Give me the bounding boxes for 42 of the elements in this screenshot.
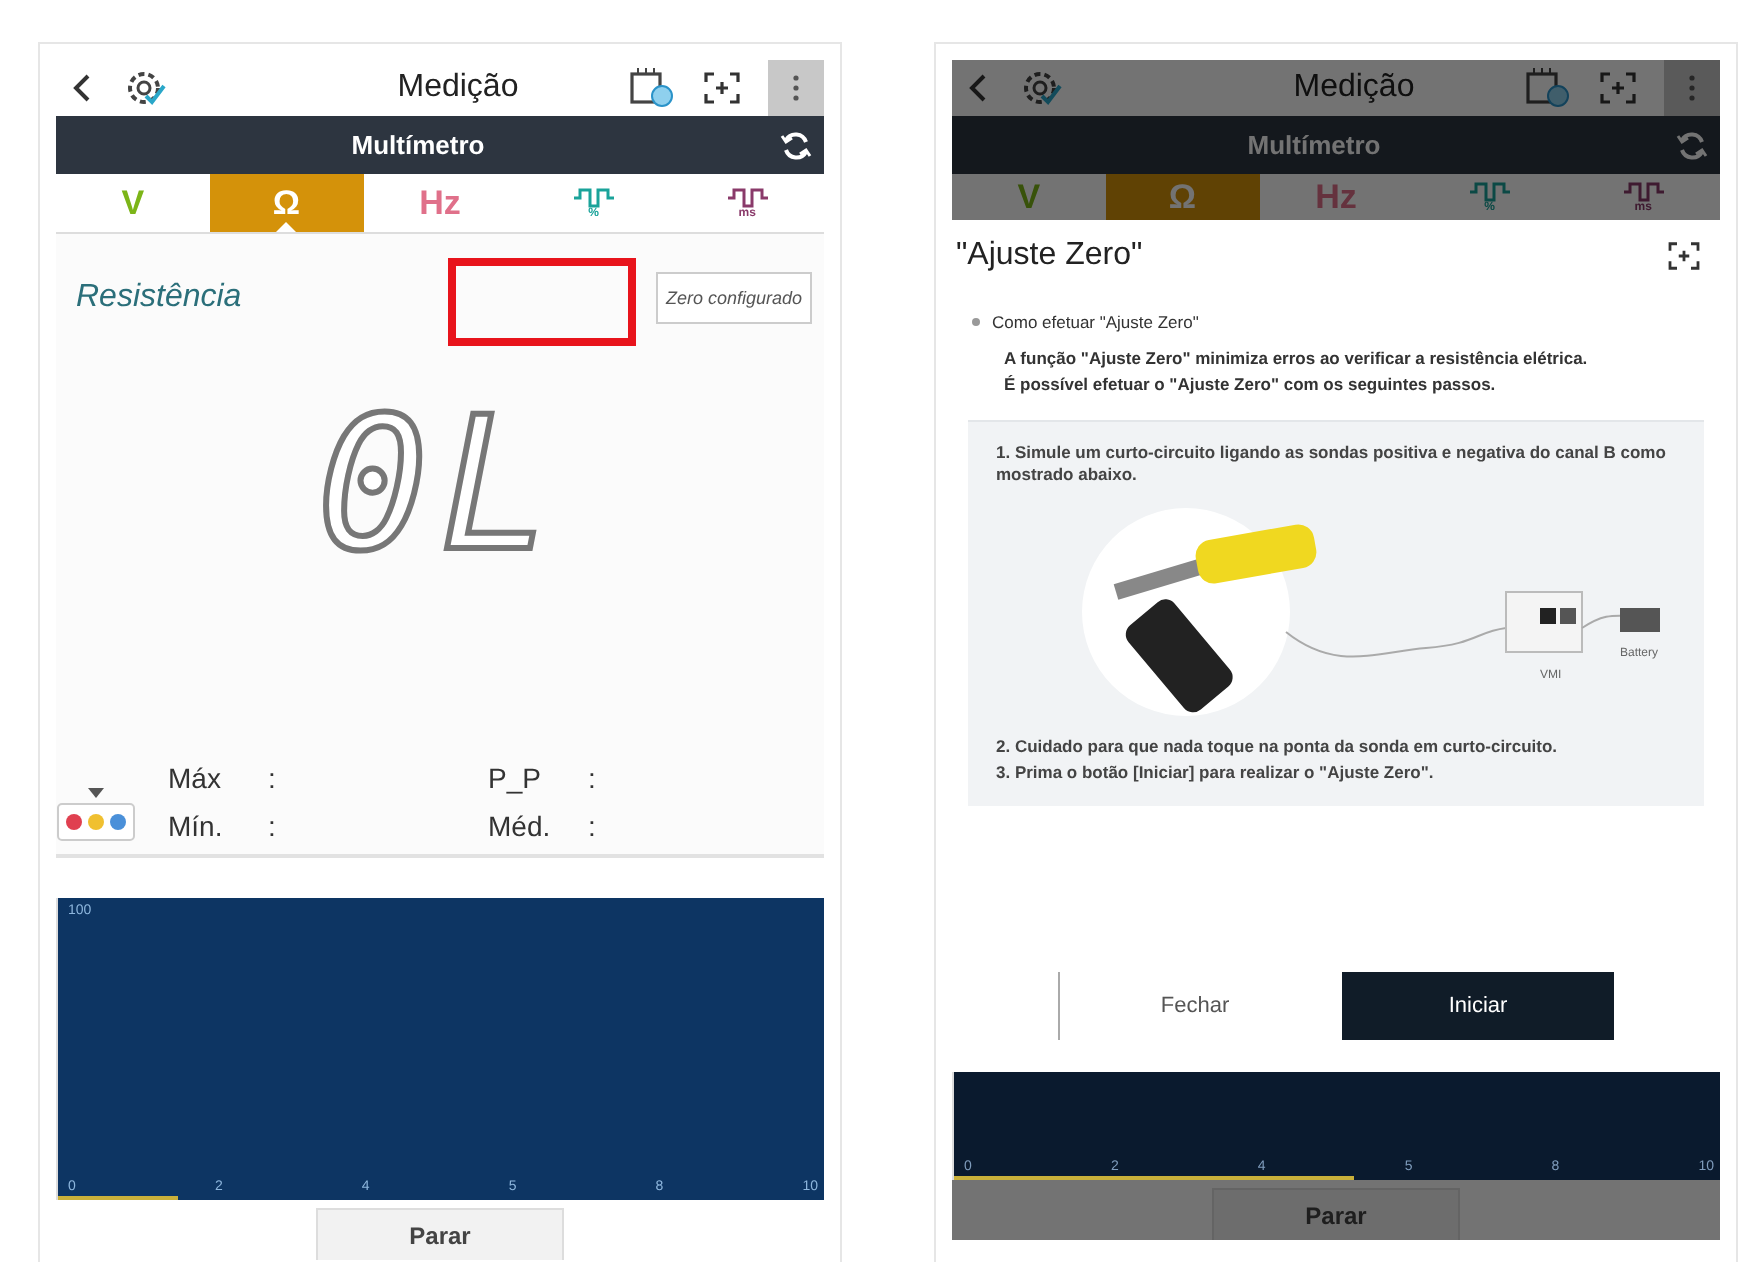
trace-line bbox=[58, 1196, 178, 1200]
meter-check-icon[interactable] bbox=[1020, 68, 1064, 108]
stat-separator: : bbox=[268, 762, 276, 794]
screen-title: Medição bbox=[1291, 70, 1417, 106]
stat-label: Méd. bbox=[488, 810, 553, 842]
meter-check-icon[interactable] bbox=[124, 68, 168, 108]
pulse-wave-icon bbox=[1623, 181, 1664, 201]
stat-label: Máx bbox=[168, 762, 223, 794]
step-text: 2. Cuidado para que nada toque na ponta da sonda em curto-circuito. bbox=[996, 735, 1560, 759]
measurement-title: Resistência bbox=[76, 280, 244, 316]
pulse-wave-icon bbox=[1469, 181, 1510, 201]
dialog-title: "Ajuste Zero" bbox=[956, 238, 1143, 274]
zero-status-button[interactable]: Zero configurado bbox=[655, 272, 812, 324]
step-text: 3. Prima o botão [Iniciar] para realizar o "Ajuste Zero". bbox=[996, 762, 1436, 786]
mode-title: Multímetro bbox=[1245, 130, 1383, 160]
intro-text: A função "Ajuste Zero" minimiza erros ao verificar a resistência elétrica. bbox=[1004, 348, 1590, 368]
probe-colors-icon[interactable] bbox=[56, 786, 136, 842]
intro-text: É possível efetuar o "Ajuste Zero" com os seguintes passos. bbox=[1004, 374, 1498, 394]
stat-separator: : bbox=[588, 762, 596, 794]
more-icon bbox=[792, 74, 800, 102]
reading-display: 0L bbox=[317, 378, 563, 592]
dialog-button[interactable]: Iniciar bbox=[1342, 972, 1614, 1040]
screen-title: Medição bbox=[395, 70, 521, 106]
expand-icon[interactable] bbox=[1668, 242, 1700, 270]
more-icon bbox=[1688, 74, 1696, 102]
mode-title: Multímetro bbox=[349, 130, 487, 160]
pulse-wave-icon bbox=[573, 187, 614, 207]
stat-label: P_P bbox=[488, 762, 543, 794]
mode-tab[interactable]: Ω bbox=[1105, 174, 1260, 220]
pulse-wave-icon bbox=[727, 187, 768, 207]
stat-separator: : bbox=[268, 810, 276, 842]
bullet-icon bbox=[972, 318, 980, 326]
refresh-icon[interactable] bbox=[780, 129, 812, 161]
expand-icon[interactable] bbox=[704, 72, 740, 104]
device-badge-icon[interactable] bbox=[628, 66, 676, 110]
section-heading: Como efetuar "Ajuste Zero" bbox=[992, 312, 1199, 332]
mode-tab[interactable]: Ω bbox=[209, 174, 364, 232]
step-text: 1. Simule um curto-circuito ligando as sondas positiva e negativa do canal B como mostrado abaixo. bbox=[996, 442, 1668, 488]
stop-button[interactable]: Parar bbox=[316, 1208, 564, 1260]
stat-label: Mín. bbox=[168, 810, 225, 842]
stat-separator: : bbox=[588, 810, 596, 842]
stop-button[interactable]: Parar bbox=[1212, 1188, 1460, 1240]
